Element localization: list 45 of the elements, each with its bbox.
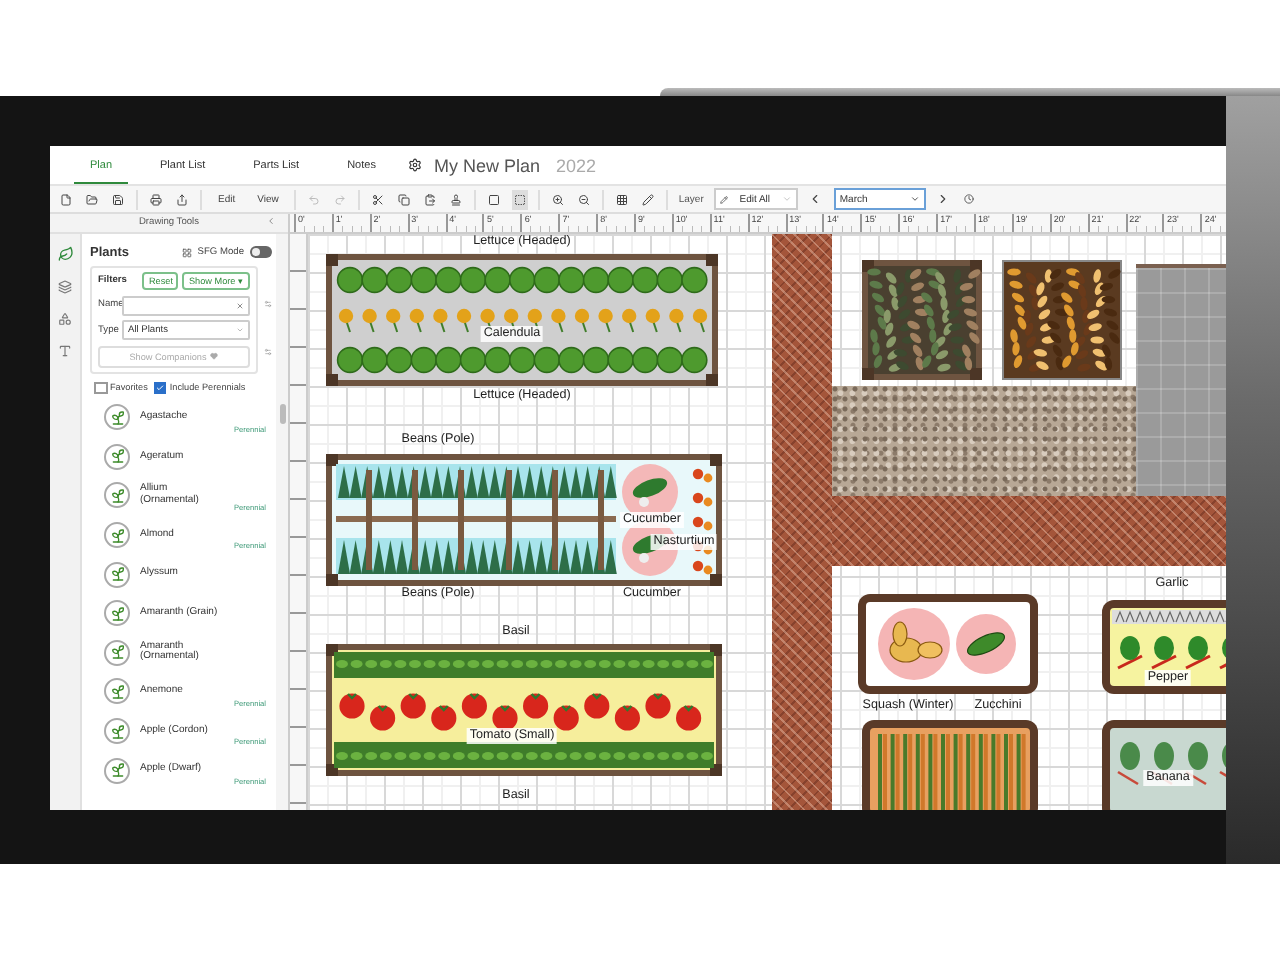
plant-icon bbox=[104, 639, 130, 666]
plant-icon bbox=[104, 561, 130, 588]
raised-bed-drawing bbox=[1102, 600, 1226, 694]
plan-year: 2022 bbox=[555, 155, 596, 175]
scrollbar[interactable] bbox=[276, 234, 288, 810]
paste-icon[interactable] bbox=[422, 189, 439, 209]
plant-icon bbox=[104, 443, 130, 470]
plant-icon bbox=[104, 404, 130, 431]
raised-bed-drawing bbox=[1102, 720, 1226, 810]
grid-icon[interactable] bbox=[614, 189, 631, 209]
grid-icon bbox=[181, 247, 192, 257]
plant-icon bbox=[104, 482, 130, 509]
sfg-mode-toggle[interactable] bbox=[250, 246, 272, 258]
check-icon bbox=[156, 383, 165, 392]
clock-icon[interactable] bbox=[961, 189, 978, 209]
plant-icon bbox=[104, 718, 130, 745]
square-icon[interactable] bbox=[486, 189, 503, 209]
plant-icon bbox=[104, 757, 130, 784]
text-tool-icon[interactable] bbox=[58, 344, 72, 358]
pencil-icon bbox=[719, 195, 728, 203]
save-icon[interactable] bbox=[110, 189, 126, 209]
plan-title: My New Plan bbox=[433, 155, 540, 175]
name-field[interactable] bbox=[122, 295, 250, 315]
leaf-icon[interactable] bbox=[57, 246, 73, 262]
dashed-square-icon[interactable] bbox=[512, 189, 529, 209]
layers-icon[interactable] bbox=[58, 280, 72, 294]
shapes-icon[interactable] bbox=[58, 312, 72, 326]
plant-icon bbox=[104, 522, 130, 549]
caret-icon bbox=[909, 194, 920, 204]
mulch-bed-drawing bbox=[1002, 260, 1122, 380]
stamp-icon[interactable] bbox=[448, 189, 465, 209]
heart-icon bbox=[210, 352, 219, 360]
caret-icon bbox=[781, 194, 792, 204]
plant-icon bbox=[104, 678, 130, 705]
settings-icon[interactable] bbox=[407, 158, 422, 172]
zoom-out-icon[interactable] bbox=[576, 189, 593, 209]
mulch-bed-drawing bbox=[862, 260, 982, 380]
new-file-icon[interactable] bbox=[58, 189, 74, 209]
plant-icon bbox=[104, 600, 130, 627]
zoom-in-icon[interactable] bbox=[550, 189, 567, 209]
open-folder-icon[interactable] bbox=[84, 189, 100, 209]
cut-icon[interactable] bbox=[370, 189, 387, 209]
pencil-icon[interactable] bbox=[640, 189, 657, 209]
copy-icon[interactable] bbox=[396, 189, 413, 209]
print-icon[interactable] bbox=[148, 189, 164, 209]
